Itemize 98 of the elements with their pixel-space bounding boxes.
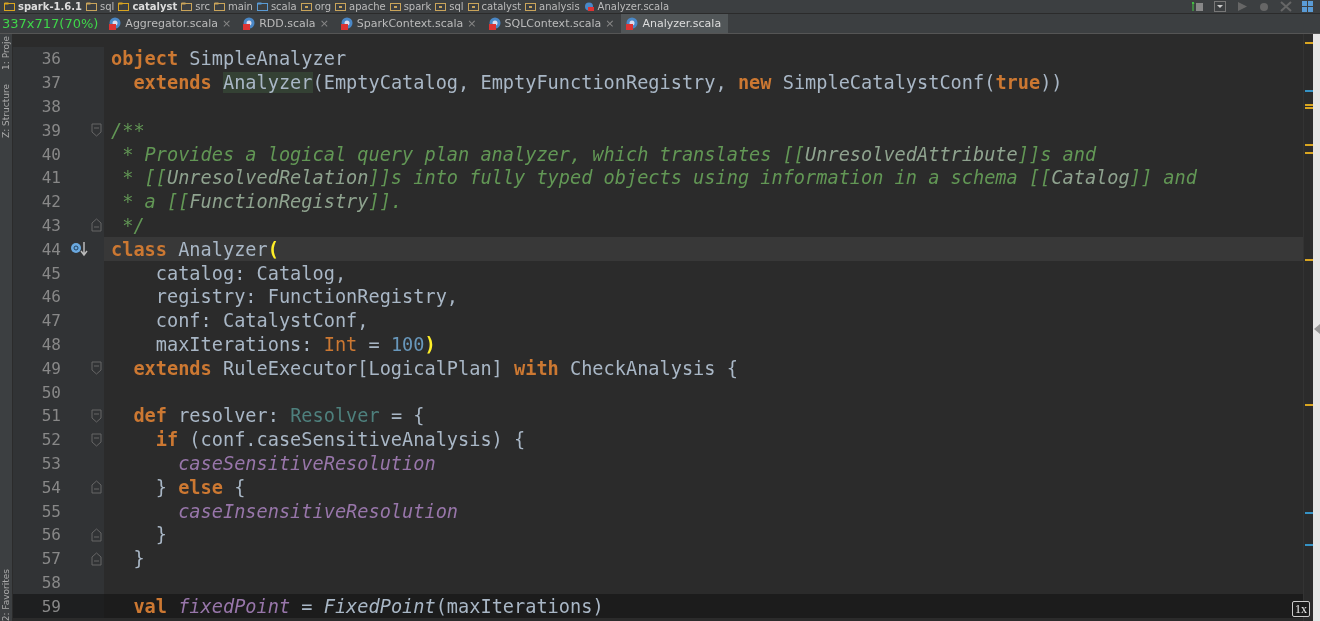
folder-icon (213, 2, 225, 11)
line-number: 50 (40, 382, 61, 402)
code-line: extends RuleExecutor[LogicalPlan] with CheckAnalysis { (132, 356, 739, 381)
package-icon (389, 2, 401, 11)
module-folder-icon (118, 2, 130, 11)
code-line: maxIterations: Int = 100) (154, 332, 437, 357)
code-line: } (132, 547, 146, 571)
package-icon (525, 2, 537, 11)
package-icon (435, 2, 447, 11)
line-number: 56 (40, 525, 61, 545)
line-number: 40 (40, 144, 61, 164)
breadcrumb-item[interactable]: scala (256, 0, 301, 13)
code-line: */ (121, 213, 146, 238)
code-line: extends Analyzer(EmptyCatalog, EmptyFunctionRegistry, new SimpleCatalystConf(true)) (132, 71, 1064, 95)
line-number: 43 (40, 215, 61, 235)
close-icon[interactable]: × (222, 17, 232, 30)
size-label: 337x717(70%) (2, 15, 100, 33)
folder-icon (181, 2, 193, 11)
line-number: 42 (40, 192, 61, 212)
code-line: object SimpleAnalyzer (110, 47, 348, 71)
line-number: 49 (40, 358, 61, 378)
line-number: 55 (40, 501, 61, 521)
code-line: * Provides a logical query plan analyzer, which translates [[UnresolvedAttribute]]s and (121, 142, 1098, 166)
code-line: * a [[FunctionRegistry]]. (121, 190, 404, 214)
line-number: 38 (40, 97, 61, 116)
error-stripe-mark[interactable] (1305, 152, 1313, 154)
zoom-badge[interactable]: 1x (1292, 601, 1310, 617)
line-number: 51 (40, 406, 61, 426)
breadcrumb-item[interactable]: sql (86, 0, 119, 13)
tool-window-button[interactable]: 2: Favorites (0, 568, 12, 621)
error-stripe-mark[interactable] (1305, 259, 1313, 261)
tool-window-button[interactable]: 1: Proje (0, 36, 12, 70)
file-tab[interactable]: Analyzer.scala (621, 14, 729, 33)
line-number: 57 (40, 549, 61, 569)
dropdown-icon[interactable] (1214, 1, 1226, 12)
line-number: 53 (40, 453, 61, 473)
package-icon (335, 2, 347, 11)
breadcrumb-item[interactable]: analysis (525, 0, 584, 13)
line-number: 54 (40, 477, 61, 497)
scala-file-icon (108, 17, 122, 30)
error-stripe-mark[interactable] (1305, 90, 1313, 92)
package-icon (467, 2, 479, 11)
run-icon[interactable] (1236, 1, 1248, 12)
close-icon[interactable]: × (319, 17, 329, 30)
error-stripe-mark[interactable] (1305, 42, 1313, 44)
line-number: 48 (40, 334, 61, 354)
code-line: } else { (154, 475, 247, 500)
error-stripe-mark[interactable] (1305, 104, 1313, 106)
error-stripe-mark[interactable] (1305, 404, 1313, 406)
module-folder-icon (4, 2, 15, 11)
breadcrumb-item[interactable]: Analyzer.scala (583, 0, 674, 13)
code-line: } (154, 523, 168, 547)
code-line: catalog: Catalog, (154, 261, 348, 285)
line-number: 41 (40, 168, 61, 188)
code-line: caseInsensitiveResolution (177, 499, 460, 523)
scala-file-icon (339, 17, 353, 30)
scala-file-icon (583, 2, 595, 11)
scroll-arrow-icon (1314, 324, 1320, 334)
breadcrumb-item[interactable]: spark (389, 0, 436, 13)
code-line: registry: FunctionRegistry, (154, 285, 460, 309)
close-icon[interactable]: × (605, 17, 615, 30)
line-number: 44 (40, 239, 61, 259)
folder-icon (86, 2, 98, 11)
line-number: 52 (40, 430, 61, 450)
code-line: /** (110, 118, 146, 143)
line-number: 39 (40, 120, 61, 140)
line-number: 37 (40, 73, 61, 93)
scala-file-icon (625, 17, 639, 30)
breadcrumb-item[interactable]: org (300, 0, 336, 13)
breadcrumb-item[interactable]: src (181, 0, 214, 13)
breadcrumb-item[interactable]: main (213, 0, 257, 13)
code-line: conf: CatalystConf, (154, 309, 370, 333)
package-icon (300, 2, 312, 11)
code-line: caseSensitiveResolution (177, 451, 437, 476)
source-folder-icon (256, 2, 268, 11)
code-line: def resolver: Resolver = { (132, 404, 426, 428)
line-number: 59 (40, 596, 61, 616)
breadcrumb-item[interactable]: catalyst (118, 0, 182, 13)
error-stripe-mark[interactable] (1305, 107, 1313, 109)
breadcrumb-item[interactable]: apache (335, 0, 390, 13)
line-number: 46 (40, 287, 61, 307)
scala-file-icon (487, 17, 501, 30)
line-number: 45 (40, 263, 61, 283)
code-line: if (conf.caseSensitiveAnalysis) { (154, 428, 527, 452)
error-stripe-mark[interactable] (1305, 512, 1313, 514)
line-number: 47 (40, 311, 61, 331)
breadcrumb-item[interactable]: spark-1.6.1 (4, 0, 87, 13)
line-number: 58 (40, 572, 61, 592)
breadcrumb-item[interactable]: catalyst (467, 0, 526, 13)
error-stripe-mark[interactable] (1305, 144, 1313, 146)
tool-window-button[interactable]: Z: Structure (0, 83, 12, 138)
error-stripe-mark[interactable] (1305, 544, 1313, 546)
code-line: * [[UnresolvedRelation]]s into fully typed objects using information in a schema [[Catalog]] and (121, 166, 1198, 190)
close-icon[interactable]: × (467, 17, 477, 30)
line-number: 36 (40, 49, 61, 69)
breadcrumb-item[interactable]: sql (435, 0, 468, 13)
structure-icon[interactable] (1302, 1, 1314, 12)
scala-file-icon (242, 17, 256, 30)
